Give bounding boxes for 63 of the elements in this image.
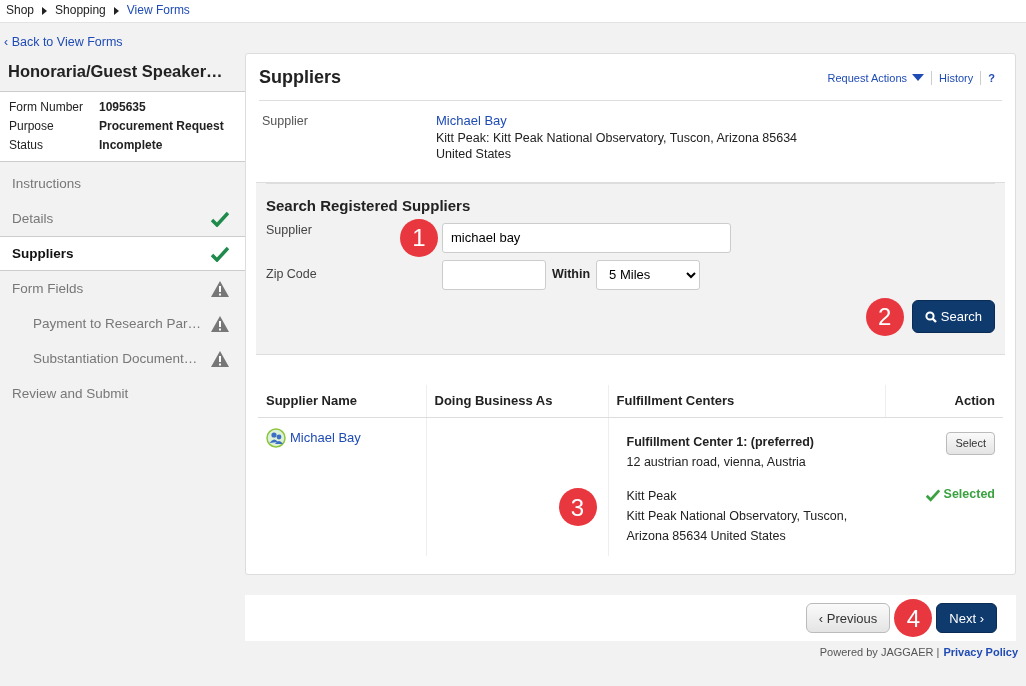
- field-value: Incomplete: [99, 137, 163, 155]
- column-header: Fulfillment Centers: [608, 384, 886, 418]
- column-header: Action: [885, 384, 1003, 418]
- previous-button[interactable]: ‹ Previous: [805, 603, 891, 634]
- check-icon: [211, 210, 229, 227]
- panel-title: Suppliers: [259, 66, 342, 90]
- distance-select[interactable]: 5 Miles: [596, 259, 701, 290]
- check-icon: [211, 245, 229, 262]
- callout-marker: 1: [400, 218, 438, 257]
- field-label: Status: [9, 137, 45, 155]
- field-value: Procurement Request: [99, 117, 224, 135]
- sidebar-item[interactable]: Suppliers: [0, 236, 245, 272]
- supplier-country: United States: [436, 145, 513, 163]
- privacy-policy-link[interactable]: Privacy Policy: [943, 645, 1018, 660]
- caret-icon: [42, 7, 48, 15]
- breadcrumb-link[interactable]: View Forms: [126, 3, 190, 19]
- sidebar-item[interactable]: Review and Submit: [0, 376, 245, 412]
- sidebar-item[interactable]: Payment to Research Par…: [0, 306, 245, 342]
- callout-marker: 3: [558, 488, 597, 527]
- sidebar-item[interactable]: Substantiation Document…: [0, 341, 245, 377]
- caret-icon: [912, 74, 925, 82]
- zip-code-label: Zip Code: [266, 266, 318, 283]
- help-link[interactable]: ?: [980, 70, 1002, 86]
- breadcrumb-link[interactable]: Shopping: [55, 3, 106, 19]
- breadcrumb-link[interactable]: Shop: [6, 3, 35, 19]
- field-label: Form Number: [9, 98, 84, 116]
- center-name: Kitt Peak: [626, 488, 678, 506]
- select-button[interactable]: Select: [946, 432, 995, 455]
- center-address: 12 austrian road, vienna, Austria: [626, 454, 807, 472]
- supplier-link[interactable]: Michael Bay: [436, 112, 798, 130]
- column-header: Doing Business As: [426, 384, 608, 418]
- search-icon: [924, 310, 937, 323]
- warning-icon: [211, 350, 229, 367]
- within-label: Within: [552, 266, 591, 283]
- center-address: Arizona 85634 United States: [626, 528, 787, 546]
- zip-code-input[interactable]: [442, 259, 546, 290]
- warning-icon: [211, 315, 229, 332]
- warning-icon: [211, 280, 229, 297]
- selected-status: Selected: [925, 486, 995, 503]
- sidebar-item[interactable]: Instructions: [0, 166, 245, 202]
- caret-icon: [113, 7, 119, 15]
- callout-marker: 2: [865, 297, 904, 336]
- sidebar-item[interactable]: Form Fields: [0, 271, 245, 307]
- next-button[interactable]: Next ›: [936, 603, 997, 634]
- search-title: Search Registered Suppliers: [266, 183, 995, 216]
- supplier-name-link[interactable]: Michael Bay: [290, 429, 361, 447]
- center-address: Kitt Peak National Observatory, Tuscon,: [626, 508, 849, 526]
- supplier-label: Supplier: [266, 221, 313, 238]
- sidebar-item[interactable]: Details: [0, 201, 245, 237]
- search-button[interactable]: Search: [911, 299, 995, 334]
- supplier-address: Kitt Peak: Kitt Peak National Observatory, Tuscon, Arizona 85634: [436, 129, 798, 146]
- people-icon: [266, 428, 286, 449]
- callout-marker: 4: [894, 599, 933, 638]
- field-value: 1095635: [99, 98, 146, 116]
- history-link[interactable]: History: [931, 70, 981, 86]
- center-name: Fulfillment Center 1: (preferred): [626, 434, 816, 452]
- column-header: Supplier Name: [258, 384, 426, 418]
- back-link[interactable]: ‹ Back to View Forms: [4, 34, 123, 51]
- powered-by-text: Powered by JAGGAER |: [819, 645, 940, 660]
- field-label: Purpose: [9, 117, 55, 135]
- supplier-input[interactable]: michael bay: [442, 222, 731, 253]
- supplier-label: Supplier: [262, 112, 309, 130]
- request-actions-dropdown[interactable]: Request Actions: [820, 70, 932, 86]
